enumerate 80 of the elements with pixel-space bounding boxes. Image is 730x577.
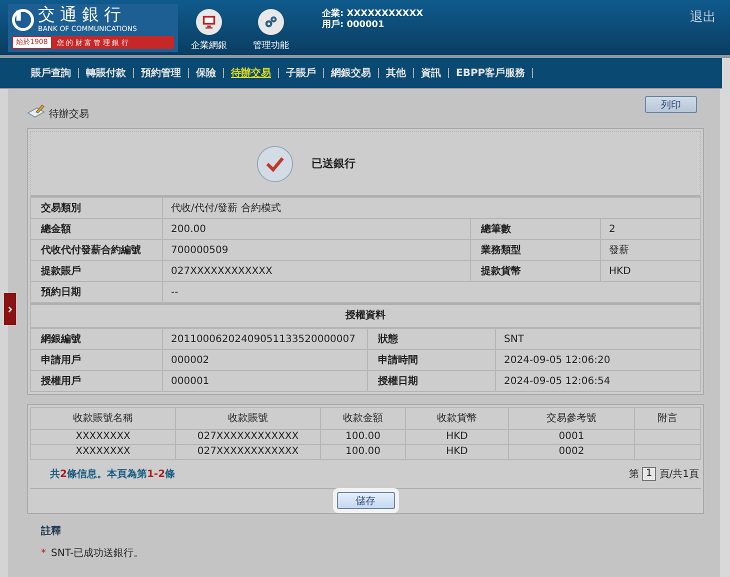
field-label: 申請時間 [368, 350, 496, 370]
field-value: 000002 [162, 350, 368, 370]
nav-tab[interactable]: 子賬戶 [279, 66, 323, 80]
table-cell: 0002 [508, 444, 634, 460]
chevron-right-icon [8, 306, 12, 312]
field-label: 預約日期 [30, 282, 162, 302]
note-text: SNT-已成功送銀行。 [51, 546, 144, 560]
field-label: 業務類型 [470, 240, 600, 260]
section-title: 授權資料 [30, 303, 701, 328]
table-cell: XXXXXXXX [30, 430, 176, 444]
nav-tab[interactable]: 其他 [379, 66, 413, 80]
field-value: 200.00 [162, 218, 470, 240]
field-label: 交易類別 [30, 198, 162, 218]
table-cell: 0001 [508, 430, 634, 444]
field-value: 2024-09-05 12:06:54 [496, 370, 700, 392]
print-button[interactable]: 列印 [645, 96, 697, 113]
field-value: 2 [600, 218, 700, 240]
field-label: 申請用戶 [30, 350, 162, 370]
sidebar-toggle[interactable] [4, 293, 16, 325]
field-value: HKD [600, 260, 700, 282]
nav-tab[interactable]: 轉賬付款 [79, 66, 133, 80]
column-header: 收款賬號名稱 [30, 408, 176, 430]
field-label: 授權用戶 [30, 370, 162, 392]
bank-name: 交通銀行 [38, 7, 127, 24]
record-summary: 共2條信息。本頁為第1-2條 [50, 468, 176, 481]
field-label: 總筆數 [470, 218, 600, 240]
field-value: 000001 [162, 370, 368, 392]
page-label: 第 [628, 468, 639, 481]
column-header: 收款賬號 [176, 408, 320, 430]
field-label: 代收代付發薪合約編號 [30, 240, 162, 260]
field-value: 20110006202409051133520000007 [162, 328, 368, 350]
bullet: * [41, 548, 46, 558]
table-cell: XXXXXXXX [30, 444, 176, 460]
field-label: 提款貨幣 [470, 260, 600, 282]
page-title: 待辦交易 [49, 108, 89, 120]
bank-logo-icon [12, 9, 34, 31]
logout-link[interactable]: 退出 [690, 8, 716, 26]
user-label: 用戶: [322, 20, 344, 30]
nav-tab[interactable]: 網銀交易 [324, 66, 378, 80]
nav-tab[interactable]: 保險 [189, 66, 223, 80]
company-value: XXXXXXXXXXX [346, 9, 424, 19]
column-header: 交易參考號 [508, 408, 634, 430]
field-value: -- [162, 282, 700, 302]
monitor-icon [202, 15, 216, 29]
column-header: 收款金額 [320, 408, 406, 430]
field-label: 提款賬戶 [30, 260, 162, 282]
nav-tab[interactable]: EBPP客戶服務 [449, 66, 532, 80]
field-value: 代收/代付/發薪 合約模式 [162, 198, 700, 218]
table-cell: HKD [406, 444, 508, 460]
checkmark-icon [256, 144, 294, 182]
user-value: 000001 [346, 20, 384, 30]
table-cell: 100.00 [320, 444, 406, 460]
page-total: 頁/共1頁 [659, 468, 699, 481]
column-header: 收款貨幣 [406, 408, 508, 430]
table-cell: 027XXXXXXXXXXXX [176, 444, 320, 460]
nav-tab[interactable]: 資訊 [414, 66, 448, 80]
notes-title: 註釋 [41, 524, 62, 538]
field-label: 授權日期 [368, 370, 496, 392]
gears-icon [264, 15, 278, 29]
page-number-field[interactable]: 1 [642, 467, 656, 481]
field-value: 027XXXXXXXXXXXX [162, 260, 470, 282]
toolbar-button[interactable]: 企業網銀 [178, 9, 240, 52]
toolbar-button[interactable]: 管理功能 [240, 9, 302, 52]
field-label: 網銀編號 [30, 328, 162, 350]
field-value: 2024-09-05 12:06:20 [496, 350, 700, 370]
field-label: 總金額 [30, 218, 162, 240]
nav-tab[interactable]: 預約管理 [134, 66, 188, 80]
nav-tab[interactable]: 待辦交易 [224, 66, 278, 80]
nav-tab[interactable]: 賬戶查詢 [24, 66, 78, 80]
table-cell: 027XXXXXXXXXXXX [176, 430, 320, 444]
status-text: 已送銀行 [312, 156, 356, 171]
field-value: 發薪 [600, 240, 700, 260]
company-label: 企業: [322, 9, 344, 19]
notepad-pencil-icon [27, 102, 45, 118]
table-cell: HKD [406, 430, 508, 444]
table-cell: 100.00 [320, 430, 406, 444]
column-header: 附言 [634, 408, 700, 430]
field-label: 狀態 [368, 328, 496, 350]
field-value: SNT [496, 328, 700, 350]
field-value: 700000509 [162, 240, 470, 260]
